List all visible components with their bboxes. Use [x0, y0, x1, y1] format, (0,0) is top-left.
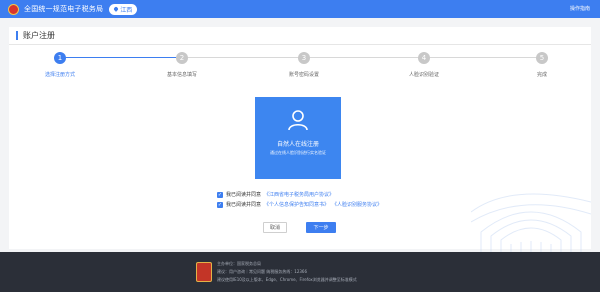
agreement-row-1: ✓ 我已阅读并同意 《江西省电子税务局用户协议》 [217, 191, 334, 198]
step-2-label: 基本信息填写 [166, 72, 197, 78]
agreement-prefix: 我已阅读并同意 [226, 202, 262, 208]
step-connector [310, 57, 418, 58]
registration-panel: 账户注册 1 选择注册方式 2 基本信息填写 3 账号密码设置 4 人脸识别验证… [9, 27, 591, 276]
step-4-circle: 4 [418, 52, 430, 64]
online-registration-card[interactable]: 自然人在线注册 通过在线人脸识别进行实名验证 [255, 97, 341, 179]
step-3-circle: 3 [298, 52, 310, 64]
location-pin-icon [113, 6, 120, 12]
card-title: 自然人在线注册 [276, 141, 319, 148]
region-label: 江西 [120, 6, 133, 14]
step-2-circle: 2 [176, 52, 188, 64]
step-5-label: 完成 [536, 72, 547, 78]
agreement-prefix: 我已阅读并同意 [226, 192, 262, 198]
user-agreement-link[interactable]: 《江西省电子税务局用户协议》 [264, 191, 334, 198]
cancel-button[interactable]: 取消 [263, 222, 287, 233]
card-subtitle: 通过在线人脸识别进行实名验证 [270, 150, 326, 155]
tax-emblem-icon [8, 3, 19, 15]
tax-bureau-logo-icon [196, 262, 212, 282]
help-link[interactable]: 操作指南 [570, 5, 590, 12]
progress-steps: 1 选择注册方式 2 基本信息填写 3 账号密码设置 4 人脸识别验证 5 完成 [9, 52, 591, 82]
title-divider [9, 44, 591, 45]
agreement-checkbox-2[interactable]: ✓ [217, 201, 223, 208]
next-step-button[interactable]: 下一步 [306, 222, 336, 233]
footer-browser-tip: 建议使用IE10及以上版本、Edge、Chrome、Firefox浏览器并调整至… [217, 277, 357, 282]
step-connector [430, 57, 536, 58]
step-3-label: 账号密码设置 [288, 72, 319, 78]
site-title: 全国统一规范电子税务局 [24, 5, 104, 13]
agreement-row-2: ✓ 我已阅读并同意 《个人信息保护告知同意书》 《人脸识别服务协议》 [217, 201, 382, 208]
top-header: 全国统一规范电子税务局 江西 操作指南 [0, 0, 600, 18]
region-selector[interactable]: 江西 [109, 3, 138, 15]
step-connector [188, 57, 298, 58]
step-connector [66, 57, 176, 58]
site-footer: 主办单位：国家税务总局 建议：用户咨询｜常见问题 纳税服务热线：12366 建议… [0, 252, 600, 292]
person-icon [288, 110, 308, 131]
page-title: 账户注册 [16, 31, 55, 40]
face-recognition-agreement-link[interactable]: 《人脸识别服务协议》 [332, 201, 382, 208]
privacy-consent-link[interactable]: 《个人信息保护告知同意书》 [264, 201, 329, 208]
agreement-checkbox-1[interactable]: ✓ [217, 191, 223, 198]
step-1-circle: 1 [54, 52, 66, 64]
footer-support: 建议：用户咨询｜常见问题 纳税服务热线：12366 [217, 269, 307, 274]
step-5-circle: 5 [536, 52, 548, 64]
step-1-label: 选择注册方式 [44, 72, 75, 78]
footer-sponsor: 主办单位：国家税务总局 [217, 261, 261, 266]
step-4-label: 人脸识别验证 [408, 72, 439, 78]
